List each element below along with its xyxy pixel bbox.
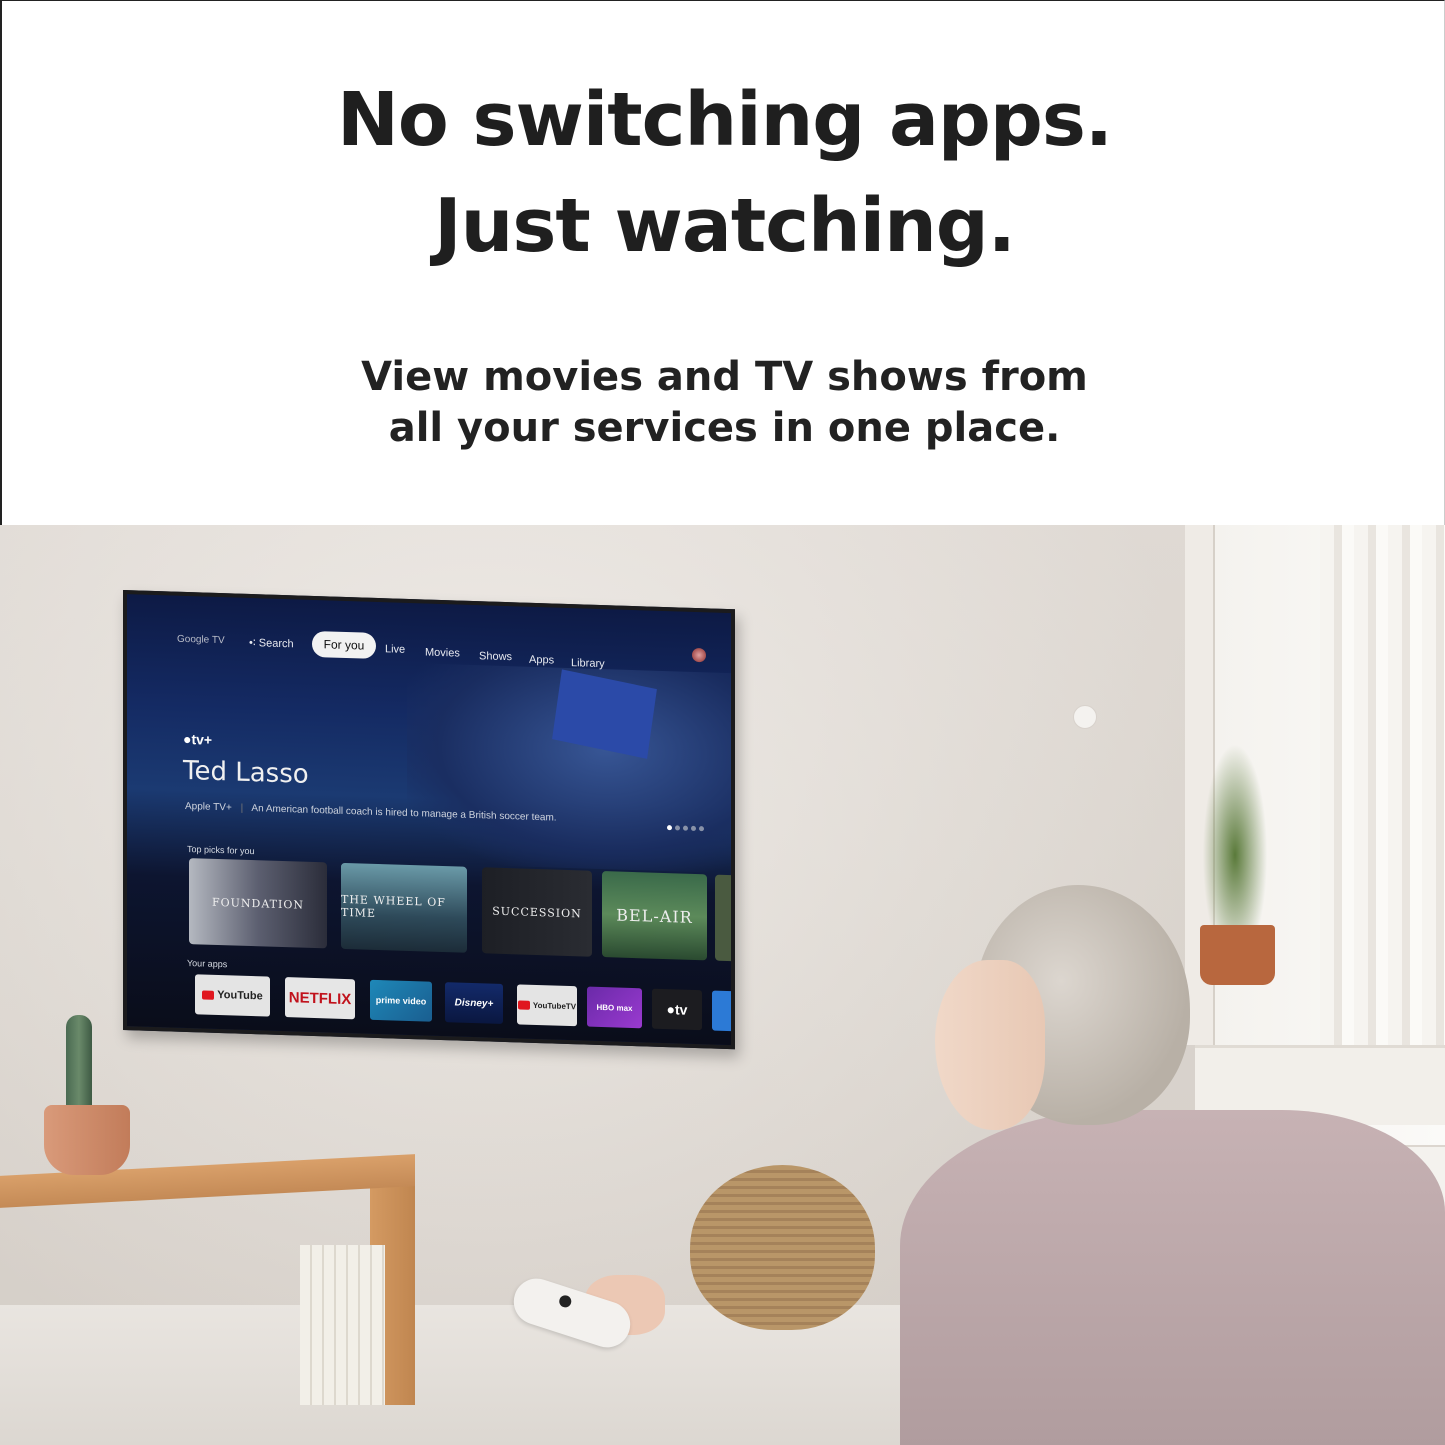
pick-card-wheel-of-time[interactable]: THE WHEEL OF TIME bbox=[341, 862, 467, 953]
carousel-indicator bbox=[667, 817, 707, 836]
assistant-button-icon bbox=[557, 1293, 573, 1309]
nav-tab-apps[interactable]: Apps bbox=[529, 654, 554, 667]
headline-line-1: No switching apps. bbox=[336, 77, 1113, 163]
assistant-icon: •∶ bbox=[249, 636, 256, 650]
pick-card-succession[interactable]: SUCCESSION bbox=[482, 867, 592, 957]
app-netflix[interactable]: NETFLIX bbox=[285, 977, 355, 1020]
google-tv-logo: Google TV bbox=[177, 633, 225, 647]
cactus-pot bbox=[44, 1105, 130, 1175]
cactus bbox=[66, 1015, 92, 1110]
subheadline-line-2: all your services in one place. bbox=[388, 405, 1061, 451]
nav-tab-library[interactable]: Library bbox=[571, 657, 605, 670]
headline-panel: No switching apps. Just watching. View m… bbox=[0, 0, 1445, 525]
books bbox=[300, 1245, 385, 1405]
your-apps-label: Your apps bbox=[187, 958, 228, 970]
top-picks-label: Top picks for you bbox=[187, 844, 255, 857]
headline-line-2: Just watching. bbox=[434, 183, 1016, 269]
pick-card-bel-air[interactable]: BEL-AIR bbox=[602, 871, 707, 961]
apple-icon: ● bbox=[666, 1001, 675, 1018]
app-youtube[interactable]: YouTube bbox=[195, 974, 270, 1017]
nav-tab-shows[interactable]: Shows bbox=[479, 650, 512, 663]
app-disney-plus[interactable]: Disney+ bbox=[445, 982, 503, 1024]
divider: | bbox=[240, 802, 244, 814]
nav-tab-movies[interactable]: Movies bbox=[425, 646, 460, 659]
nav-search[interactable]: •∶ Search bbox=[249, 636, 294, 650]
carousel-dot[interactable] bbox=[667, 825, 672, 831]
tv-screen: Google TV •∶ Search For you Live Movies … bbox=[123, 590, 735, 1050]
app-hbo-max[interactable]: HBO max bbox=[587, 986, 642, 1029]
pick-card-foundation[interactable]: FOUNDATION bbox=[189, 858, 327, 949]
app-prime-video[interactable]: prime video bbox=[370, 979, 432, 1022]
woven-basket bbox=[690, 1165, 875, 1330]
person bbox=[880, 885, 1445, 1445]
thermostat-icon bbox=[1073, 705, 1097, 729]
youtube-tv-icon bbox=[517, 999, 530, 1010]
app-partial[interactable] bbox=[712, 990, 735, 1032]
nav-tab-for-you[interactable]: For you bbox=[312, 630, 376, 659]
carousel-dot[interactable] bbox=[699, 826, 704, 832]
carousel-dot[interactable] bbox=[691, 825, 696, 832]
provider-logo: ●tv+ bbox=[183, 730, 213, 748]
pick-card-partial[interactable] bbox=[715, 874, 735, 962]
subheadline-line-1: View movies and TV shows from bbox=[361, 354, 1088, 400]
featured-provider: Apple TV+ bbox=[185, 800, 232, 814]
face bbox=[935, 960, 1045, 1130]
carousel-dot[interactable] bbox=[675, 825, 680, 831]
app-apple-tv[interactable]: ● tv bbox=[652, 988, 702, 1031]
app-youtube-tv[interactable]: YouTubeTV bbox=[517, 984, 577, 1027]
featured-title[interactable]: Ted Lasso bbox=[183, 756, 309, 790]
youtube-icon bbox=[202, 989, 215, 1000]
profile-avatar[interactable] bbox=[692, 647, 706, 663]
carousel-dot[interactable] bbox=[683, 825, 688, 831]
nav-tab-live[interactable]: Live bbox=[385, 643, 405, 656]
nav-search-label: Search bbox=[258, 637, 294, 651]
sweater bbox=[900, 1110, 1445, 1445]
